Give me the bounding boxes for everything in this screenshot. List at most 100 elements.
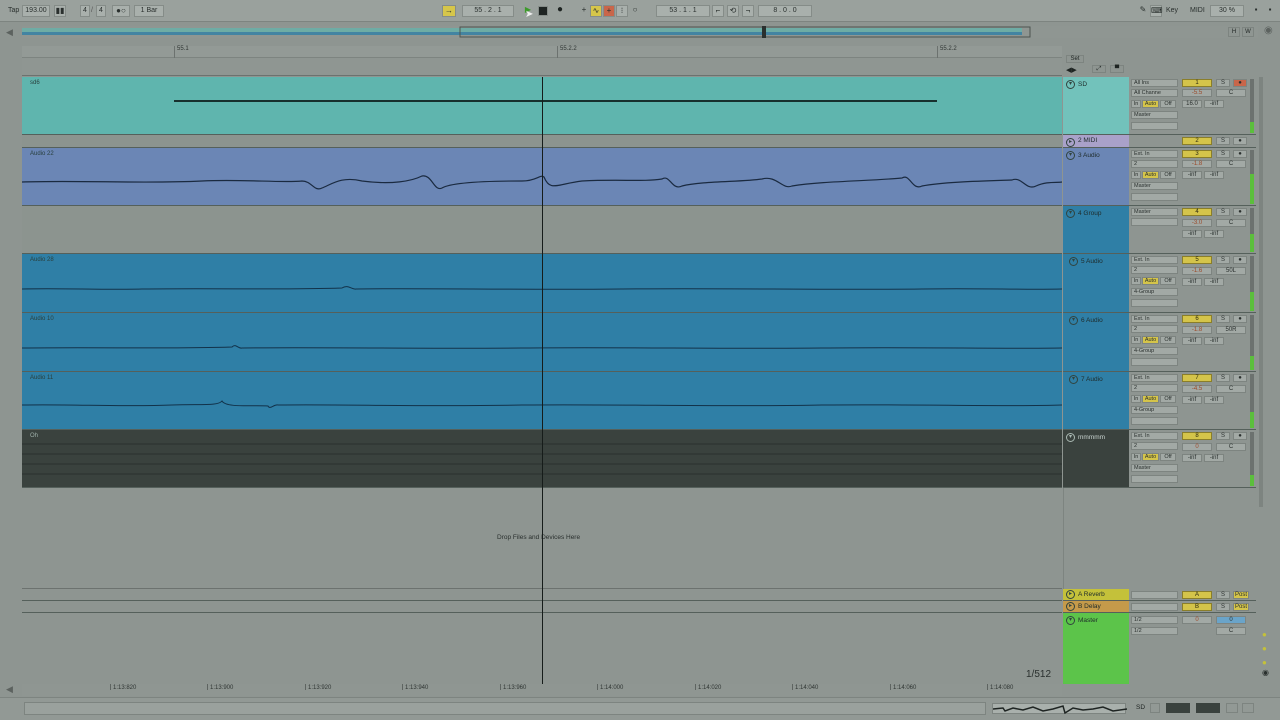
input-type-select[interactable]: Ext. In bbox=[1131, 432, 1178, 440]
output-select[interactable]: Master bbox=[1131, 208, 1178, 216]
fold-icon[interactable]: ▾ bbox=[1066, 151, 1075, 160]
scroll-thumb[interactable] bbox=[1259, 77, 1263, 507]
browser-toggle-icon[interactable] bbox=[1242, 703, 1254, 713]
stop-icon[interactable] bbox=[538, 6, 548, 16]
output-select[interactable]: 4-Group bbox=[1131, 347, 1178, 355]
crossfader-icon[interactable]: ● bbox=[1262, 644, 1267, 653]
input-channel-select[interactable]: All Channe bbox=[1131, 89, 1178, 97]
clip-view-icon[interactable] bbox=[1226, 703, 1238, 713]
tap-tempo-button[interactable]: Tap bbox=[8, 5, 19, 17]
post-button[interactable]: Post bbox=[1233, 591, 1249, 599]
arrangement-overview[interactable] bbox=[22, 26, 1258, 38]
arm-button[interactable]: ● bbox=[1233, 432, 1247, 440]
send-b-field[interactable]: -inf bbox=[1204, 100, 1224, 108]
arm-button[interactable]: ● bbox=[1233, 315, 1247, 323]
track-activator[interactable]: 6 bbox=[1182, 315, 1212, 323]
monitor-auto-button[interactable]: Auto bbox=[1142, 395, 1159, 403]
solo-button[interactable]: S bbox=[1216, 256, 1230, 264]
solo-button[interactable]: S bbox=[1216, 79, 1230, 87]
prev-locator-icon[interactable]: ◀▶ bbox=[1066, 66, 1077, 74]
input-type-select[interactable]: Ext. In bbox=[1131, 150, 1178, 158]
solo-button[interactable]: S bbox=[1216, 315, 1230, 323]
monitor-off-button[interactable]: Off bbox=[1160, 100, 1176, 108]
fold-icon[interactable]: ▸ bbox=[1066, 138, 1075, 147]
detail-view-icon[interactable] bbox=[1166, 703, 1190, 713]
view-switch-icon[interactable]: ◉ bbox=[1264, 25, 1273, 36]
send-b-field[interactable]: -inf bbox=[1204, 454, 1224, 462]
pan-field[interactable]: C bbox=[1216, 89, 1246, 97]
output-select[interactable]: Master bbox=[1131, 182, 1178, 190]
output-select[interactable]: 4-Group bbox=[1131, 406, 1178, 414]
return-activator[interactable]: A bbox=[1182, 591, 1212, 599]
io-toggle-icon[interactable]: ● bbox=[1262, 658, 1267, 667]
automation-arm-icon[interactable]: ∿ bbox=[590, 5, 602, 17]
automation-mode-icon[interactable]: ⤢ bbox=[1092, 65, 1106, 73]
track-name[interactable]: 2 MIDI bbox=[1078, 137, 1097, 144]
pan-field[interactable]: 50R bbox=[1216, 326, 1246, 334]
fold-icon[interactable]: ▾ bbox=[1066, 80, 1075, 89]
loop-start-field[interactable]: 53 . 1 . 1 bbox=[656, 5, 710, 17]
device-view-icon[interactable] bbox=[1196, 703, 1220, 713]
time-signature-numerator[interactable]: 4 bbox=[80, 5, 90, 17]
tempo-field[interactable]: 193.00 bbox=[22, 5, 50, 17]
record-icon[interactable]: ● bbox=[554, 5, 566, 17]
fold-icon[interactable]: ▾ bbox=[1069, 316, 1078, 325]
volume-field[interactable]: 0 bbox=[1182, 616, 1212, 624]
output-select[interactable]: Master bbox=[1131, 464, 1178, 472]
track-activator[interactable]: 7 bbox=[1182, 374, 1212, 382]
session-record-icon[interactable]: ○ bbox=[629, 5, 641, 17]
input-type-select[interactable]: Ext. In bbox=[1131, 315, 1178, 323]
monitor-off-button[interactable]: Off bbox=[1160, 171, 1176, 179]
output-channel-select[interactable] bbox=[1131, 475, 1178, 483]
send-a-field[interactable]: -inf bbox=[1182, 454, 1202, 462]
volume-field[interactable]: 0 bbox=[1182, 443, 1212, 451]
send-a-field[interactable]: -inf bbox=[1182, 230, 1202, 238]
punch-in-icon[interactable]: ⌐ bbox=[712, 5, 724, 17]
solo-button[interactable]: S bbox=[1216, 603, 1230, 611]
set-locator-button[interactable]: Set bbox=[1066, 55, 1084, 63]
input-channel-select[interactable]: 2 bbox=[1131, 160, 1178, 168]
output-channel-select[interactable] bbox=[1131, 193, 1178, 201]
solo-button[interactable]: S bbox=[1216, 208, 1230, 216]
track-name[interactable]: 7 Audio bbox=[1081, 376, 1103, 383]
output-select[interactable]: 4-Group bbox=[1131, 288, 1178, 296]
monitor-off-button[interactable]: Off bbox=[1160, 336, 1176, 344]
arm-button[interactable]: ● bbox=[1233, 150, 1247, 158]
track-header-sd[interactable]: ▾ SD bbox=[1063, 77, 1129, 135]
track-activator[interactable]: 5 bbox=[1182, 256, 1212, 264]
input-type-select[interactable]: Ext. In bbox=[1131, 256, 1178, 264]
beat-time-ruler[interactable]: 55.1 55.2.2 55.2.2 bbox=[22, 46, 1062, 58]
output-channel-select[interactable] bbox=[1131, 218, 1178, 226]
input-channel-select[interactable]: 2 bbox=[1131, 384, 1178, 392]
track-name[interactable]: B Delay bbox=[1078, 603, 1101, 610]
send-b-field[interactable]: -inf bbox=[1204, 396, 1224, 404]
loop-brace-area[interactable] bbox=[22, 58, 1062, 76]
solo-button[interactable]: S bbox=[1216, 374, 1230, 382]
metronome-icon[interactable]: ●○ bbox=[112, 5, 130, 17]
fold-icon[interactable]: ▾ bbox=[1069, 257, 1078, 266]
track-header-master[interactable]: ▾ Master bbox=[1063, 613, 1129, 684]
track-activator[interactable]: 8 bbox=[1182, 432, 1212, 440]
pan-field[interactable]: C bbox=[1216, 219, 1246, 227]
metronome-sync-icon[interactable]: ▮▮ bbox=[54, 5, 66, 17]
loop-switch-icon[interactable]: ⟲ bbox=[727, 5, 739, 17]
overdub-icon[interactable]: + bbox=[578, 5, 590, 17]
output-channel-select[interactable] bbox=[1131, 122, 1178, 130]
track-activator[interactable]: 4 bbox=[1182, 208, 1212, 216]
fold-icon[interactable]: ▸ bbox=[1066, 590, 1075, 599]
monitor-in-button[interactable]: In bbox=[1131, 453, 1141, 461]
sends-toggle-icon[interactable]: ◉ bbox=[1262, 668, 1269, 677]
arm-button[interactable]: ● bbox=[1233, 208, 1247, 216]
solo-button[interactable]: S bbox=[1216, 137, 1230, 145]
post-button[interactable]: Post bbox=[1233, 603, 1249, 611]
arm-button[interactable]: ● bbox=[1233, 79, 1247, 87]
track-header-4-group[interactable]: ▾ 4 Group bbox=[1063, 206, 1129, 254]
time-ruler[interactable]: 1:13:820 1:13:900 1:13:920 1:13:940 1:13… bbox=[22, 684, 1062, 696]
time-axis-arrow-icon[interactable]: ◀ bbox=[6, 684, 13, 695]
track-activator[interactable]: 3 bbox=[1182, 150, 1212, 158]
solo-button[interactable]: S bbox=[1216, 591, 1230, 599]
height-toggle-button[interactable]: H bbox=[1228, 27, 1240, 37]
punch-out-icon[interactable]: ¬ bbox=[742, 5, 754, 17]
send-a-field[interactable]: 16.0 bbox=[1182, 100, 1202, 108]
track-name[interactable]: SD bbox=[1078, 81, 1087, 88]
